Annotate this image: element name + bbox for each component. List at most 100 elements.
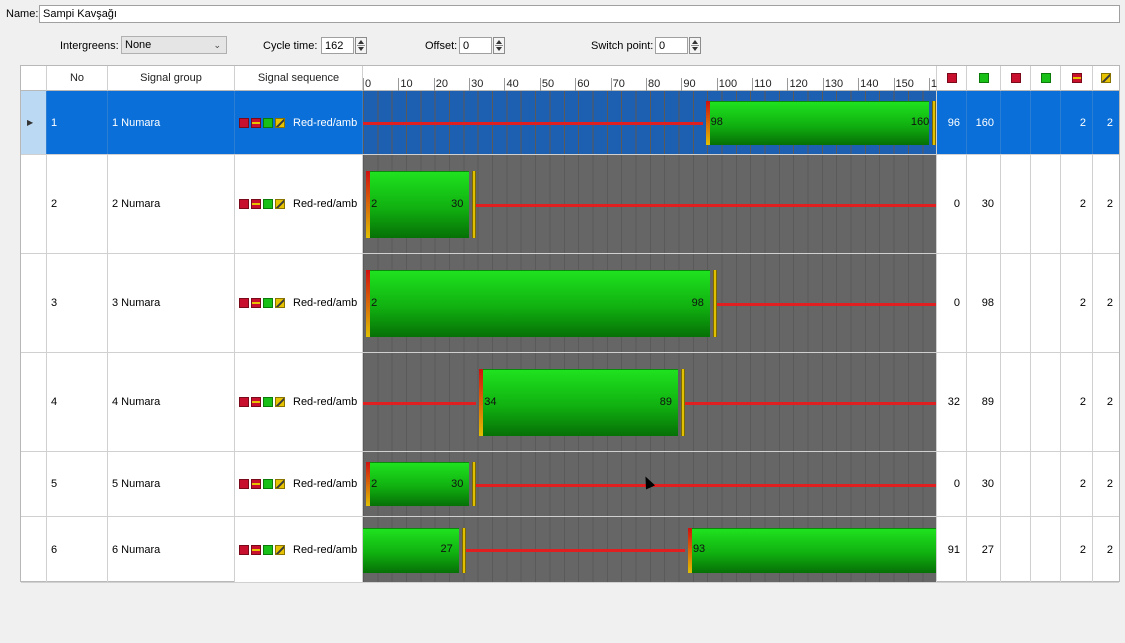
cell-signal-group[interactable]: 4 Numara (108, 353, 235, 451)
table-row[interactable]: ▶ 1 1 Numara Red-red/amb 98 160 96 160 2 2 (21, 91, 1119, 155)
cell-signal-group[interactable]: 6 Numara (108, 517, 235, 582)
cell-signal-sequence[interactable]: Red-red/amb (235, 155, 363, 253)
name-input[interactable]: Sampi Kavşağı (39, 5, 1120, 23)
cell-signal-group[interactable]: 3 Numara (108, 254, 235, 352)
cycle-time-spinner[interactable] (355, 37, 367, 54)
switch-point-input[interactable]: 0 (655, 37, 688, 54)
signal-timeline[interactable]: 93 27 (363, 517, 937, 582)
cycle-time-input[interactable]: 162 (321, 37, 354, 54)
cell-green[interactable] (1031, 353, 1061, 451)
signal-timeline[interactable]: 2 30 (363, 155, 937, 253)
cell-green-end[interactable]: 27 (967, 517, 1001, 582)
cell-red-end[interactable]: 0 (937, 452, 967, 516)
amber-marker[interactable] (472, 171, 477, 238)
row-selector[interactable] (21, 155, 47, 253)
col-header-green[interactable] (1031, 66, 1061, 91)
cell-no[interactable]: 3 (47, 254, 108, 352)
cell-signal-group[interactable]: 5 Numara (108, 452, 235, 516)
cell-no[interactable]: 4 (47, 353, 108, 451)
green-phase-bar[interactable] (483, 369, 678, 436)
signal-timeline[interactable]: 34 89 (363, 353, 937, 451)
cell-amber[interactable]: 2 (1093, 353, 1119, 451)
cell-no[interactable]: 2 (47, 155, 108, 253)
red-amber-marker[interactable] (705, 101, 710, 145)
intergreens-select[interactable]: None ⌄ (121, 36, 227, 54)
cell-amber[interactable]: 2 (1093, 254, 1119, 352)
cell-no[interactable]: 6 (47, 517, 108, 582)
cell-green-end[interactable]: 30 (967, 452, 1001, 516)
amber-marker[interactable] (472, 462, 477, 506)
cell-red-amber[interactable]: 2 (1061, 452, 1093, 516)
cell-green[interactable] (1031, 517, 1061, 582)
table-row[interactable]: 44 Numara Red-red/amb 34 89 32 89 2 2 (21, 353, 1119, 452)
row-selector[interactable] (21, 254, 47, 352)
amber-marker[interactable] (932, 101, 936, 145)
green-phase-bar[interactable] (709, 101, 929, 145)
cell-red[interactable] (1001, 254, 1031, 352)
cell-red-end[interactable]: 0 (937, 254, 967, 352)
cell-amber[interactable]: 2 (1093, 155, 1119, 253)
cell-amber[interactable]: 2 (1093, 452, 1119, 516)
cell-red-amber[interactable]: 2 (1061, 254, 1093, 352)
col-header-signal-group[interactable]: Signal group (108, 66, 235, 91)
red-amber-marker[interactable] (687, 528, 692, 573)
col-header-timeline[interactable]: 0 10 20 30 40 50 60 70 80 90 100 110 120 130 140 150 1 (363, 66, 937, 91)
cell-red-amber[interactable]: 2 (1061, 155, 1093, 253)
red-amber-marker[interactable] (366, 270, 371, 337)
red-amber-marker[interactable] (366, 462, 371, 506)
cell-red[interactable] (1001, 517, 1031, 582)
cell-green[interactable] (1031, 91, 1061, 154)
green-phase-bar[interactable] (691, 528, 936, 573)
cell-red-end[interactable]: 32 (937, 353, 967, 451)
cell-red-amber[interactable]: 2 (1061, 517, 1093, 582)
cell-green[interactable] (1031, 452, 1061, 516)
table-row[interactable]: 33 Numara Red-red/amb 2 98 0 98 2 2 (21, 254, 1119, 353)
offset-input[interactable]: 0 (459, 37, 492, 54)
col-header-red-end[interactable] (937, 66, 967, 91)
cell-amber[interactable]: 2 (1093, 91, 1119, 154)
col-header-amber[interactable] (1093, 66, 1119, 91)
col-header-red-amber[interactable] (1061, 66, 1093, 91)
cell-green-end[interactable]: 98 (967, 254, 1001, 352)
table-row[interactable]: 55 Numara Red-red/amb 2 30 0 30 2 2 (21, 452, 1119, 517)
signal-timeline[interactable]: 2 98 (363, 254, 937, 352)
cell-red-amber[interactable]: 2 (1061, 91, 1093, 154)
cell-green-end[interactable]: 160 (967, 91, 1001, 154)
red-amber-marker[interactable] (479, 369, 484, 436)
cell-red[interactable] (1001, 452, 1031, 516)
signal-timeline[interactable]: 98 160 (363, 91, 937, 154)
green-phase-bar[interactable] (370, 270, 710, 337)
cell-green-end[interactable]: 30 (967, 155, 1001, 253)
cell-red[interactable] (1001, 91, 1031, 154)
cell-green-end[interactable]: 89 (967, 353, 1001, 451)
amber-marker[interactable] (712, 270, 717, 337)
cell-no[interactable]: 1 (47, 91, 108, 154)
row-selector[interactable] (21, 517, 47, 582)
cell-amber[interactable]: 2 (1093, 517, 1119, 582)
col-header-red[interactable] (1001, 66, 1031, 91)
cell-no[interactable]: 5 (47, 452, 108, 516)
cell-red-end[interactable]: 96 (937, 91, 967, 154)
cell-signal-sequence[interactable]: Red-red/amb (235, 254, 363, 352)
cell-signal-sequence[interactable]: Red-red/amb (235, 91, 363, 154)
row-selector[interactable]: ▶ (21, 91, 47, 154)
cell-green[interactable] (1031, 254, 1061, 352)
cell-red[interactable] (1001, 155, 1031, 253)
switch-point-spinner[interactable] (689, 37, 701, 54)
row-selector[interactable] (21, 353, 47, 451)
col-header-no[interactable]: No (47, 66, 108, 91)
row-selector[interactable] (21, 452, 47, 516)
cell-green[interactable] (1031, 155, 1061, 253)
table-row[interactable]: 22 Numara Red-red/amb 2 30 0 30 2 2 (21, 155, 1119, 254)
cell-signal-sequence[interactable]: Red-red/amb (235, 353, 363, 451)
cell-red-end[interactable]: 0 (937, 155, 967, 253)
cell-red-end[interactable]: 91 (937, 517, 967, 582)
cell-red[interactable] (1001, 353, 1031, 451)
col-header-signal-sequence[interactable]: Signal sequence (235, 66, 363, 91)
offset-spinner[interactable] (493, 37, 505, 54)
amber-marker[interactable] (461, 528, 466, 573)
col-header-green-end[interactable] (967, 66, 1001, 91)
amber-marker[interactable] (680, 369, 685, 436)
cell-signal-group[interactable]: 1 Numara (108, 91, 235, 154)
red-amber-marker[interactable] (366, 171, 371, 238)
